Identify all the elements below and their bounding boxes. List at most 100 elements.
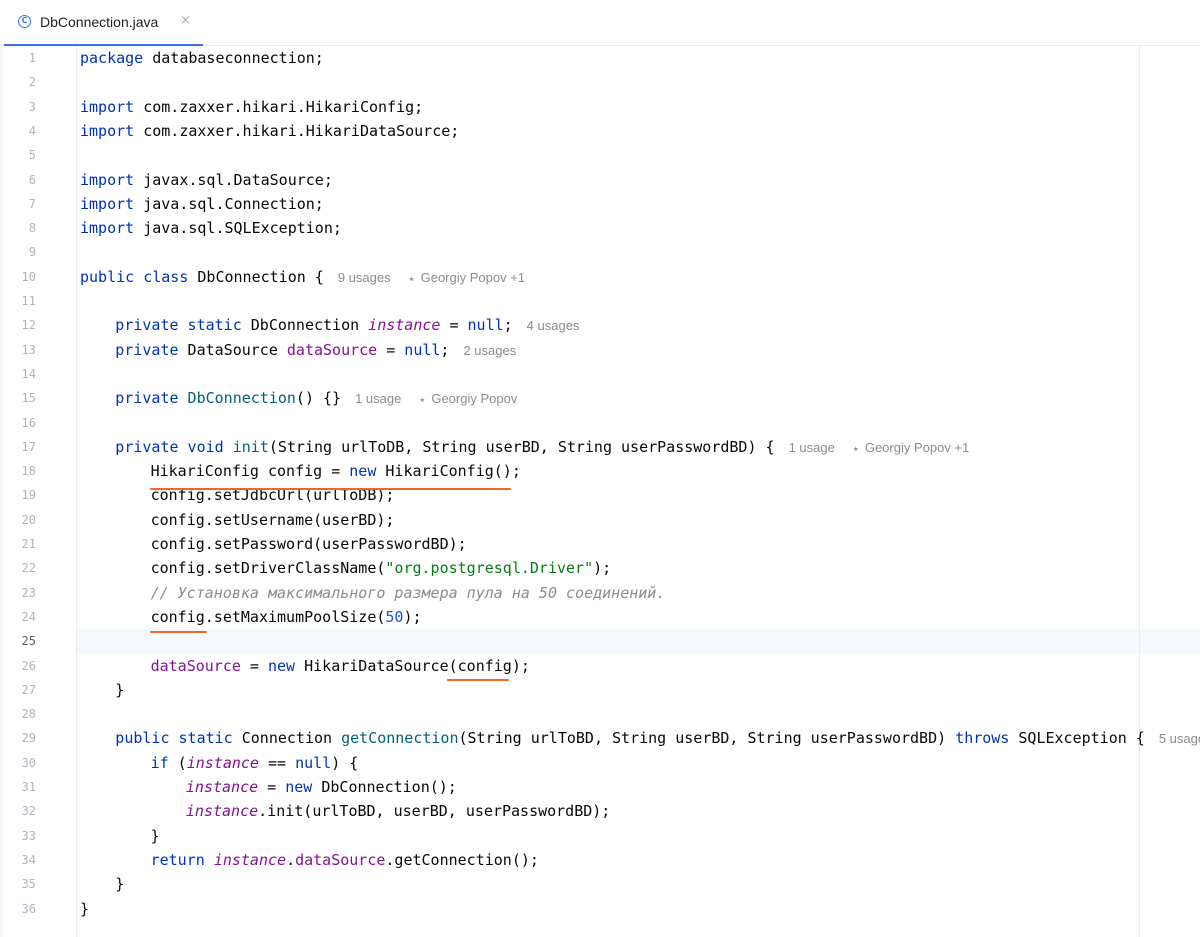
code-line[interactable]: 5 bbox=[0, 143, 1200, 167]
code-text: dataSource = new HikariDataSource(config… bbox=[151, 657, 530, 675]
usages-hint[interactable]: 1 usage bbox=[355, 391, 401, 406]
code-token: (String urlToDB, String userBD, String u… bbox=[268, 437, 775, 456]
code-token: 50 bbox=[385, 607, 404, 626]
author-hint[interactable]: ⭑ Georgiy Popov bbox=[417, 391, 518, 407]
usages-hint[interactable]: 1 usage bbox=[789, 440, 835, 455]
usages-hint[interactable]: 2 usages bbox=[463, 343, 516, 358]
line-number: 27 bbox=[21, 682, 36, 697]
close-icon[interactable]: × bbox=[180, 13, 191, 29]
code-line[interactable]: 32 instance.init(urlToBD, userBD, userPas… bbox=[0, 799, 1200, 823]
code-token: ( bbox=[168, 753, 187, 772]
code-token: DbConnection bbox=[187, 389, 296, 408]
line-number: 18 bbox=[21, 464, 36, 479]
code-token: // Установка максимального размера пула … bbox=[150, 583, 666, 602]
code-token: HikariConfig(); bbox=[376, 462, 521, 481]
code-text: import javax.sql.DataSource; bbox=[80, 171, 333, 189]
usages-hint[interactable]: 5 usages bbox=[1159, 731, 1200, 746]
code-line[interactable]: 18 HikariConfig config = new HikariConfig… bbox=[0, 459, 1200, 483]
hint-text: Georgiy Popov +1 bbox=[864, 439, 970, 455]
code-line[interactable]: 20 config.setUsername(userBD); bbox=[0, 508, 1200, 532]
code-token: ); bbox=[403, 607, 422, 626]
code-token: instance bbox=[368, 316, 441, 335]
code-token: databaseconnection; bbox=[143, 49, 324, 67]
code-token: private static bbox=[115, 316, 242, 335]
code-line[interactable]: 36} bbox=[0, 897, 1200, 921]
code-line[interactable]: 14 bbox=[0, 362, 1200, 386]
code-line[interactable]: 22 config.setDriverClassName("org.postgre… bbox=[0, 556, 1200, 580]
code-line[interactable]: 3 import com.zaxxer.hikari.HikariConfig; bbox=[0, 95, 1200, 119]
code-line[interactable]: 28 bbox=[0, 702, 1200, 726]
code-line[interactable]: 29 public static Connection getConnection… bbox=[0, 726, 1200, 750]
line-number: 11 bbox=[21, 294, 36, 308]
line-number: 17 bbox=[21, 439, 36, 454]
code-editor[interactable]: 1 package databaseconnection; 2 3 import com… bbox=[0, 46, 1200, 937]
code-text: public static Connection getConnection(S… bbox=[115, 729, 1200, 748]
code-token: public class bbox=[80, 267, 189, 286]
code-line[interactable]: 4 import com.zaxxer.hikari.HikariDataSour… bbox=[0, 119, 1200, 143]
code-line[interactable]: 1 package databaseconnection; bbox=[0, 46, 1200, 70]
code-line[interactable]: 15 private DbConnection() {} 1 usage ⭑ Georg… bbox=[0, 386, 1200, 410]
line-number: 22 bbox=[21, 561, 36, 576]
line-number: 4 bbox=[28, 123, 36, 138]
person-icon: ⭑ bbox=[408, 273, 415, 285]
hint-text: Georgiy Popov bbox=[431, 391, 518, 407]
code-text: config.setPassword(userPasswordBD); bbox=[151, 535, 467, 553]
code-line[interactable]: 30 if (instance == null) { bbox=[0, 751, 1200, 775]
code-line[interactable]: 33} bbox=[0, 824, 1200, 848]
code-line[interactable]: 35} bbox=[0, 872, 1200, 896]
line-number: 14 bbox=[21, 366, 36, 381]
usages-hint[interactable]: 4 usages bbox=[527, 318, 580, 333]
code-token: config.setDriverClassName( bbox=[150, 559, 386, 578]
code-line[interactable]: 12 private static DbConnection instance =… bbox=[0, 313, 1200, 337]
line-number: 30 bbox=[21, 755, 36, 770]
code-line[interactable]: 17 private void init(String urlToDB, Stri… bbox=[0, 435, 1200, 459]
code-line[interactable]: 31 instance = new DbConnection(); bbox=[0, 775, 1200, 799]
line-number: 3 bbox=[28, 99, 36, 114]
code-text: private DbConnection() {} 1 usage ⭑ Georgiy… bbox=[115, 389, 517, 410]
code-line[interactable]: 34 return instance.dataSource.getConnecti… bbox=[0, 848, 1200, 872]
code-token: instance bbox=[185, 778, 259, 796]
line-number: 12 bbox=[21, 318, 36, 333]
code-line[interactable]: 26 dataSource = new HikariDataSource(conf… bbox=[0, 654, 1200, 678]
code-line[interactable]: 16 bbox=[0, 411, 1200, 435]
underline-annotation-config-setmaximumpoolsize bbox=[150, 631, 207, 633]
code-token: javax.sql.DataSource; bbox=[134, 170, 333, 189]
code-token: instance bbox=[185, 802, 259, 821]
code-line[interactable]: 24 config.setMaximumPoolSize(50); bbox=[0, 605, 1200, 629]
code-token: = bbox=[258, 778, 286, 796]
code-line[interactable]: 6 import javax.sql.DataSource; bbox=[0, 168, 1200, 192]
line-number: 34 bbox=[21, 852, 36, 867]
line-number: 21 bbox=[21, 537, 36, 551]
line-number: 26 bbox=[21, 658, 36, 673]
usages-hint[interactable]: 9 usages bbox=[338, 270, 391, 285]
person-icon: ⭑ bbox=[853, 443, 859, 455]
code-token: null bbox=[467, 316, 504, 335]
code-line[interactable]: 9 bbox=[0, 240, 1200, 264]
tab-dbconnection-java[interactable]: C DbConnection.java × bbox=[4, 0, 203, 47]
code-token: ; bbox=[440, 340, 450, 359]
code-line[interactable]: 2 bbox=[0, 70, 1200, 94]
code-token: = bbox=[440, 316, 468, 335]
author-hint[interactable]: ⭑ Georgiy Popov +1 bbox=[407, 270, 525, 285]
code-line[interactable]: 7 import java.sql.Connection; bbox=[0, 192, 1200, 216]
line-number: 28 bbox=[21, 707, 36, 722]
code-line[interactable]: 11 bbox=[0, 289, 1200, 313]
code-line[interactable]: 27} bbox=[0, 678, 1200, 702]
author-hint[interactable]: ⭑ Georgiy Popov +1 bbox=[851, 440, 969, 455]
person-icon: ⭑ bbox=[419, 395, 426, 407]
code-text: config.setDriverClassName("org.postgresq… bbox=[151, 559, 612, 577]
code-line[interactable]: 23 // Установка максимального размера пул… bbox=[0, 581, 1200, 605]
underline-annotation-config-argument bbox=[447, 679, 509, 681]
code-line[interactable]: 13 private DataSource dataSource = null; 2… bbox=[0, 338, 1200, 362]
line-number: 15 bbox=[21, 391, 36, 406]
line-number: 2 bbox=[28, 75, 36, 90]
code-token: import bbox=[80, 219, 135, 238]
code-line[interactable]: 21 config.setPassword(userPasswordBD); bbox=[0, 532, 1200, 556]
code-token: null bbox=[404, 340, 441, 359]
code-text: } bbox=[151, 827, 160, 845]
code-token: config.setUsername(userBD); bbox=[150, 510, 395, 529]
code-line[interactable]: 10 public class DbConnection {9 usages ⭑ Ge… bbox=[0, 265, 1200, 289]
code-token: ) { bbox=[331, 753, 359, 772]
code-line[interactable]: 8 import java.sql.SQLException; bbox=[0, 216, 1200, 240]
code-token: ; bbox=[503, 316, 513, 335]
